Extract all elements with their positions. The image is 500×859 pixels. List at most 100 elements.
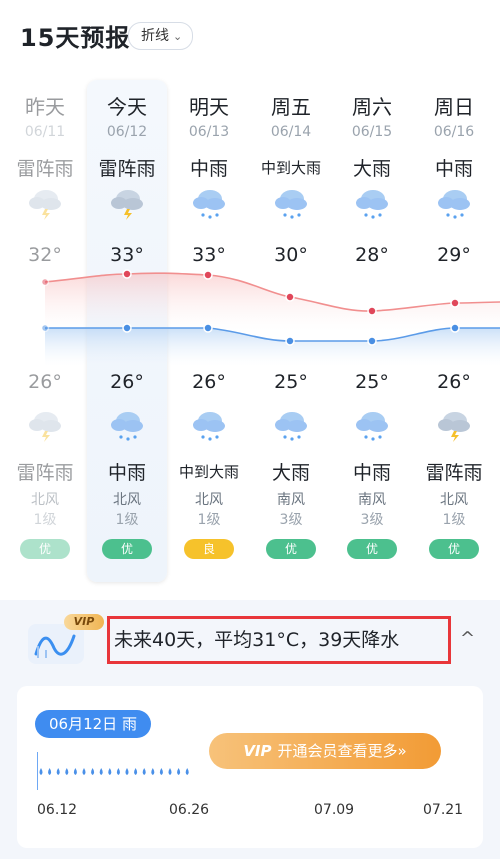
day-label: 周日 <box>434 95 474 119</box>
forty-day-banner[interactable]: VIP 未来40天，平均31°C，39天降水 ^ <box>0 600 500 686</box>
day-label: 周六 <box>352 95 392 119</box>
rain-icon <box>272 406 310 444</box>
wind-level: 1级 <box>115 512 139 528</box>
rain-drop-icon <box>48 768 52 775</box>
day-condition: 大雨 <box>352 158 391 180</box>
wind-level: 1级 <box>442 512 466 528</box>
vip-badge: VIP <box>64 614 104 630</box>
rain-drop-icon <box>159 768 163 775</box>
low-temp: 26° <box>110 371 144 393</box>
wind-direction: 北风 <box>440 492 468 508</box>
vip-upgrade-label: 开通会员查看更多» <box>277 742 407 760</box>
chevron-down-icon: ⌄ <box>173 30 183 43</box>
wind-level: 3级 <box>279 512 303 528</box>
high-temp: 29° <box>437 244 471 266</box>
thunder-rain-icon <box>26 406 64 444</box>
rain-drop-icon <box>142 768 146 775</box>
forecast-panel: 昨天 06/11 雷阵雨 32° 26° 雷阵雨 北风 1级优 今天 06/12 雷阵雨 33° 26°… <box>0 66 500 600</box>
aqi-badge: 优 <box>102 539 152 559</box>
selected-date-pill: 06月12日 雨 <box>35 710 151 738</box>
date-label: 06/16 <box>433 124 475 140</box>
axis-tick: 07.21 <box>423 802 464 818</box>
rain-icon <box>353 406 391 444</box>
night-condition: 雷阵雨 <box>425 462 483 484</box>
forty-day-trend-icon <box>28 624 84 664</box>
wind-level: 1级 <box>197 512 221 528</box>
low-temp: 26° <box>192 371 226 393</box>
rain-icon <box>272 184 310 222</box>
rain-drop-icon <box>151 768 155 775</box>
low-temp: 25° <box>355 371 389 393</box>
header: 15天预报 折线 ⌄ <box>0 0 500 66</box>
chart-mode-dropdown[interactable]: 折线 ⌄ <box>128 22 194 50</box>
high-temp: 32° <box>28 244 62 266</box>
thunder-rain-icon <box>108 184 146 222</box>
day-label: 昨天 <box>25 95 65 119</box>
date-label: 06/12 <box>106 124 148 140</box>
aqi-badge: 良 <box>184 539 234 559</box>
aqi-badge: 优 <box>347 539 397 559</box>
wind-level: 1级 <box>33 512 57 528</box>
rain-drop-icon <box>65 768 69 775</box>
forecast-day-column[interactable]: 周日 06/16 中雨 29° 26° 雷阵雨北风 1级优 <box>413 66 495 600</box>
rain-icon <box>190 184 228 222</box>
aqi-badge: 优 <box>266 539 316 559</box>
low-temp: 26° <box>28 371 62 393</box>
date-label: 06/14 <box>270 124 312 140</box>
wind-direction: 北风 <box>195 492 223 508</box>
low-temp: 25° <box>274 371 308 393</box>
rain-icon <box>108 406 146 444</box>
rain-drop-icon <box>73 768 77 775</box>
day-label: 今天 <box>107 95 147 119</box>
collapse-chevron-icon[interactable]: ^ <box>460 628 475 649</box>
page-title: 15天预报 <box>20 24 131 52</box>
day-condition: 中雨 <box>434 158 473 180</box>
high-temp: 33° <box>110 244 144 266</box>
rain-drop-icon <box>56 768 60 775</box>
day-condition: 中雨 <box>189 158 228 180</box>
night-condition: 雷阵雨 <box>16 462 74 484</box>
day-condition: 中到大雨 <box>260 159 321 177</box>
forecast-day-column[interactable]: 明天 06/13 中雨 33° 26° 中到大雨 北风 1级良 <box>168 66 250 600</box>
thunder-rain-icon <box>435 406 473 444</box>
vip-tag: VIP <box>243 742 272 760</box>
vip-upgrade-button[interactable]: VIP 开通会员查看更多» <box>209 733 441 769</box>
wind-direction: 北风 <box>113 492 141 508</box>
wind-level: 3级 <box>360 512 384 528</box>
axis-tick: 06.12 <box>37 802 78 818</box>
forecast-day-column[interactable]: 周五 06/14 中到大雨 30° 25° 大雨 南风 3级优 <box>250 66 332 600</box>
axis-tick: 06.26 <box>169 802 210 818</box>
date-label: 06/13 <box>188 124 230 140</box>
forecast-day-column[interactable]: 今天 06/12 雷阵雨 33° 26° 中雨 北风 1级优 <box>86 66 168 600</box>
rain-icon <box>190 406 228 444</box>
forty-day-summary: 未来40天，平均31°C，39天降水 <box>107 616 451 664</box>
rain-drop-icon <box>108 768 112 775</box>
thunder-rain-icon <box>26 184 64 222</box>
rain-drop-icon <box>91 768 95 775</box>
wind-direction: 北风 <box>31 492 59 508</box>
aqi-badge: 优 <box>20 539 70 559</box>
rain-icon <box>435 184 473 222</box>
night-condition: 中到大雨 <box>178 463 239 481</box>
date-label: 06/11 <box>24 124 66 140</box>
forecast-day-column[interactable]: 昨天 06/11 雷阵雨 32° 26° 雷阵雨 北风 1级优 <box>4 66 86 600</box>
high-temp: 28° <box>355 244 389 266</box>
high-temp: 30° <box>274 244 308 266</box>
rain-drop-icon <box>168 768 172 775</box>
rain-drops-strip <box>37 752 189 790</box>
aqi-badge: 优 <box>429 539 479 559</box>
night-condition: 中雨 <box>352 462 391 484</box>
rain-drop-icon <box>116 768 120 775</box>
wind-direction: 南风 <box>358 492 386 508</box>
rain-drop-icon <box>134 768 138 775</box>
night-condition: 中雨 <box>107 462 146 484</box>
forecast-day-column[interactable]: 周六 06/15 大雨 28° 25° 中雨南风 3级优 <box>331 66 413 600</box>
low-temp: 26° <box>437 371 471 393</box>
forty-day-card: 06月12日 雨 VIP 开通会员查看更多» 06.12 06.26 07.09 … <box>17 686 483 848</box>
rain-drop-icon <box>125 768 129 775</box>
rain-drop-icon <box>185 768 189 775</box>
rain-drop-icon <box>177 768 181 775</box>
night-condition: 大雨 <box>271 462 310 484</box>
day-label: 周五 <box>271 95 311 119</box>
date-label: 06/15 <box>351 124 393 140</box>
